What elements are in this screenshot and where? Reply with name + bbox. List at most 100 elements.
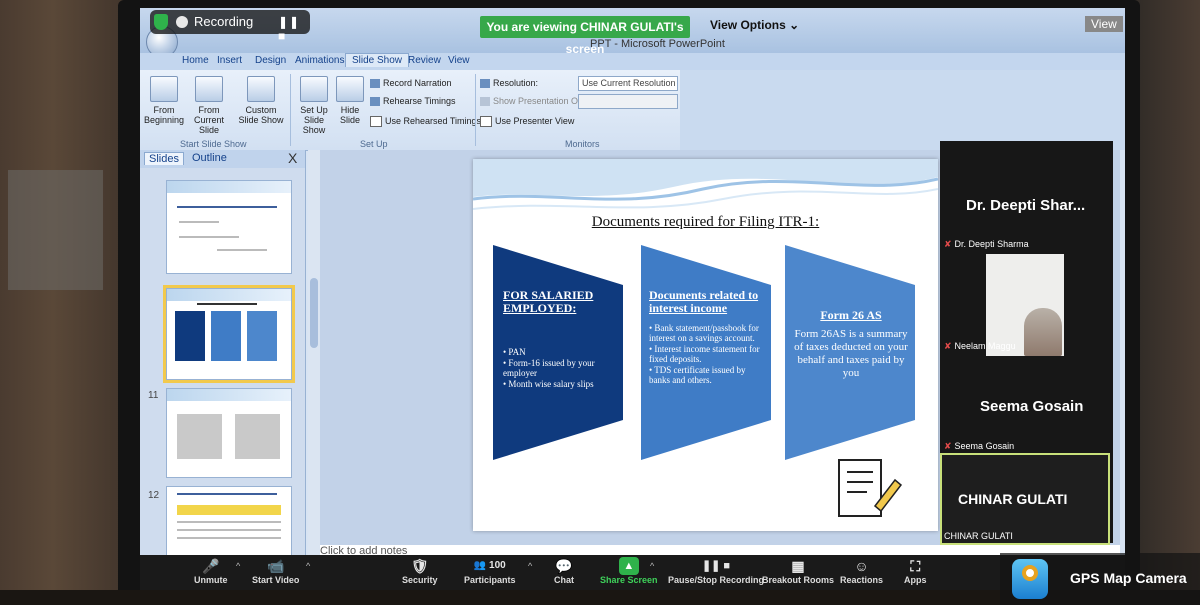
pause-stop-icon: ❚❚ ■ <box>701 560 731 572</box>
pane-tab-slides[interactable]: Slides <box>144 152 184 165</box>
participant-label-text: Seema Gosain <box>954 441 1015 451</box>
from-current-button[interactable]: From Current Slide <box>186 76 232 135</box>
video-camera-icon: 📹 <box>266 558 285 574</box>
chevron-up-icon[interactable]: ^ <box>528 561 532 571</box>
slide-thumbnail[interactable] <box>166 180 292 274</box>
pane-tab-outline[interactable]: Outline <box>188 152 231 164</box>
muted-mic-icon: ✘ <box>944 441 952 451</box>
unmute-button[interactable]: 🎤 Unmute <box>194 557 228 585</box>
list-item: • Interest income statement for fixed de… <box>649 344 760 364</box>
interest-block-text: Documents related to interest income • B… <box>649 289 763 386</box>
close-icon[interactable]: X <box>288 150 297 166</box>
tab-home[interactable]: Home <box>182 55 209 66</box>
shield-icon: 🛡 <box>410 558 429 574</box>
slide-thumbnail[interactable] <box>166 486 292 558</box>
from-beginning-button[interactable]: From Beginning <box>144 76 184 125</box>
breakout-rooms-button[interactable]: ▦ Breakout Rooms <box>762 557 834 585</box>
muted-mic-icon: ✘ <box>944 341 952 351</box>
checkbox-icon <box>480 116 492 128</box>
tab-design[interactable]: Design <box>255 55 286 66</box>
list-item: • Form-16 issued by your employer <box>503 358 595 378</box>
thumb-wave <box>167 389 291 401</box>
breakout-rooms-icon: ▦ <box>791 558 805 574</box>
thumb-nav <box>177 206 277 208</box>
list-item: • Bank statement/passbook for interest o… <box>649 323 759 343</box>
security-button[interactable]: 🛡 Security <box>402 557 438 585</box>
pause-stop-recording-button[interactable]: ❚❚ ■ Pause/Stop Recording <box>668 557 764 585</box>
presenter-view-checkbox[interactable]: Use Presenter View <box>480 116 575 128</box>
apps-button[interactable]: ⛶ Apps <box>904 557 927 585</box>
show-on-text: Show Presentation On: <box>493 96 586 106</box>
rehearse-timings-button[interactable]: Rehearse Timings <box>370 96 456 107</box>
chevron-up-icon[interactable]: ^ <box>306 561 310 571</box>
chat-button[interactable]: 💬 Chat <box>554 557 574 585</box>
thumb-title <box>197 303 257 305</box>
share-screen-button[interactable]: ▲ Share Screen <box>600 557 658 585</box>
reactions-button[interactable]: ☺ Reactions <box>840 557 883 585</box>
active-speaker-tile[interactable]: CHINAR GULATI CHINAR GULATI <box>940 453 1110 545</box>
hide-slide-button[interactable]: Hide Slide <box>336 76 364 125</box>
ribbon-separator <box>290 74 291 146</box>
thumb-text <box>217 249 267 251</box>
salaried-block-text: FOR SALARIED EMPLOYED: • PAN • Form-16 i… <box>503 289 603 390</box>
slide-thumbnail-selected[interactable] <box>163 285 295 383</box>
slide-wave-decoration <box>473 159 938 210</box>
window-title: PPT - Microsoft PowerPoint <box>590 38 725 50</box>
view-options-button[interactable]: View Options ⌄ <box>710 18 799 32</box>
current-slide[interactable]: Documents required for Filing ITR-1: FOR… <box>473 159 938 531</box>
ribbon-separator <box>475 74 476 146</box>
recording-label: Recording <box>194 14 254 29</box>
share-screen-label: Share Screen <box>600 575 658 585</box>
tab-slide-show[interactable]: Slide Show <box>345 53 410 67</box>
interest-heading: Documents related to interest income <box>649 288 759 315</box>
rehearse-timings-label: Rehearse Timings <box>383 96 456 106</box>
tab-insert[interactable]: Insert <box>217 55 242 66</box>
participant-tile-name: Dr. Deepti Shar... <box>966 197 1086 214</box>
chevron-up-icon[interactable]: ^ <box>650 561 654 571</box>
pane-tabs: Slides Outline X <box>140 150 305 168</box>
paper-sheet <box>8 170 103 290</box>
participant-tile-name: CHINAR GULATI <box>958 491 1068 507</box>
custom-slide-show-button[interactable]: Custom Slide Show <box>238 76 284 125</box>
set-up-slide-show-button[interactable]: Set Up Slide Show <box>294 76 334 135</box>
thumb-row <box>177 521 281 523</box>
start-video-label: Start Video <box>252 575 300 585</box>
tab-review[interactable]: Review <box>408 55 441 66</box>
resolution-select[interactable]: Use Current Resolution <box>578 76 678 91</box>
salaried-heading: FOR SALARIED EMPLOYED: <box>503 288 594 315</box>
slide-thumbnail[interactable] <box>166 388 292 478</box>
zoom-recording-indicator[interactable]: Recording ❚❚ ■ <box>150 10 310 43</box>
thumb-shape <box>175 311 205 361</box>
zoom-gallery: Dr. Deepti Shar... ✘ Dr. Deepti Sharma ✘ N… <box>940 141 1113 545</box>
show-on-select[interactable] <box>578 94 678 109</box>
tab-view[interactable]: View <box>448 55 470 66</box>
pause-stop-icon[interactable]: ❚❚ ■ <box>278 15 310 43</box>
presenter-view-label: Use Presenter View <box>495 116 575 126</box>
custom-slide-show-label: Custom Slide Show <box>238 105 284 125</box>
thumb-text <box>179 221 219 223</box>
form26-body: Form 26AS is a summary of taxes deducted… <box>794 328 908 379</box>
interest-list: • Bank statement/passbook for interest o… <box>649 323 763 385</box>
slides-pane: Slides Outline X 11 12 <box>140 150 306 558</box>
participant-label: ✘ Dr. Deepti Sharma <box>944 239 1029 250</box>
thumb-text <box>179 236 239 238</box>
chevron-up-icon[interactable]: ^ <box>236 561 240 571</box>
pane-scrollbar[interactable] <box>308 150 320 555</box>
record-narration-button[interactable]: Record Narration <box>370 78 452 89</box>
checkbox-checked-icon <box>370 116 382 128</box>
pane-scroll-thumb[interactable] <box>310 278 318 348</box>
record-narration-label: Record Narration <box>383 78 452 88</box>
participants-button[interactable]: 👥 100 Participants <box>464 557 516 585</box>
participant-label-text: Neelam Maggu <box>954 341 1016 351</box>
tab-animations[interactable]: Animations <box>295 55 344 66</box>
reactions-icon: ☺ <box>854 558 869 574</box>
thumb-wave <box>167 181 291 193</box>
list-item: • Month wise salary slips <box>503 379 594 389</box>
muted-mic-icon: ✘ <box>944 239 952 249</box>
use-rehearsed-label: Use Rehearsed Timings <box>385 116 482 126</box>
use-rehearsed-timings-checkbox[interactable]: Use Rehearsed Timings <box>370 116 482 128</box>
start-video-button[interactable]: 📹 Start Video <box>252 557 299 585</box>
shield-icon <box>154 14 168 30</box>
setup-icon <box>300 76 328 102</box>
zoom-view-button[interactable]: View <box>1085 16 1123 32</box>
